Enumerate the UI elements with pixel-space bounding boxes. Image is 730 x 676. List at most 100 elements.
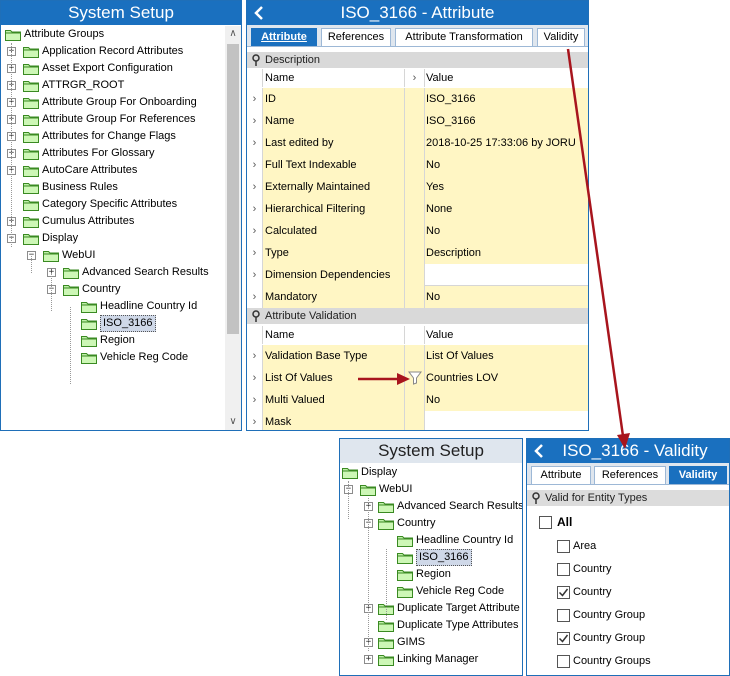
attribute-row[interactable]: › Full Text Indexable No <box>247 154 588 176</box>
valid-entity-types-section-header[interactable]: Valid for Entity Types <box>527 490 729 506</box>
attribute-value-cell[interactable] <box>425 264 588 286</box>
attribute-value-cell[interactable]: No <box>425 154 588 176</box>
tab-attribute[interactable]: Attribute <box>251 28 317 46</box>
attribute-row[interactable]: › Externally Maintained Yes <box>247 176 588 198</box>
scroll-up-icon[interactable]: ∧ <box>225 26 241 42</box>
attribute-value-cell[interactable]: 2018-10-25 17:33:06 by JORU <box>425 132 588 154</box>
attribute-value-cell[interactable]: Countries LOV <box>425 367 588 389</box>
tree-node-label: WebUI <box>62 249 96 261</box>
attribute-row[interactable]: › Multi Valued No <box>247 389 588 411</box>
attribute-value-cell[interactable]: No <box>425 220 588 242</box>
entity-type-checkbox[interactable] <box>557 563 570 576</box>
attribute-value-cell[interactable]: ISO_3166 <box>425 110 588 132</box>
row-expand-icon[interactable]: › <box>247 220 263 242</box>
entity-type-checkbox[interactable] <box>557 540 570 553</box>
row-expand-icon[interactable]: › <box>247 88 263 110</box>
attribute-value-cell[interactable]: Description <box>425 242 588 264</box>
tree-node-group[interactable]: + Application Record Attributes <box>1 43 225 60</box>
tree-node-group[interactable]: + Attribute Group For Onboarding <box>1 94 225 111</box>
pin-icon <box>252 310 260 322</box>
tree-node-group[interactable]: + Attributes For Glossary <box>1 145 225 162</box>
tree-node-group[interactable]: Business Rules <box>1 179 225 196</box>
entity-type-checkbox[interactable] <box>557 609 570 622</box>
tree-node-group[interactable]: + Asset Export Configuration <box>1 60 225 77</box>
row-expand-icon[interactable]: › <box>247 367 263 389</box>
grid-header-name[interactable]: Name <box>263 69 405 87</box>
expand-icon[interactable]: + <box>364 655 373 664</box>
tab-attribute-transformation[interactable]: Attribute Transformation <box>395 28 533 46</box>
row-expand-icon[interactable]: › <box>247 389 263 411</box>
tab-validity[interactable]: Validity <box>669 466 727 484</box>
folder-icon <box>63 284 79 296</box>
row-expand-icon[interactable]: › <box>247 154 263 176</box>
tree-node-group[interactable]: Category Specific Attributes <box>1 196 225 213</box>
all-checkbox[interactable] <box>539 516 552 529</box>
row-expand-icon[interactable]: › <box>247 345 263 367</box>
grid-header-value[interactable]: Value <box>425 69 588 87</box>
attribute-row[interactable]: › ID ISO_3166 <box>247 88 588 110</box>
tree-node-group[interactable]: + ATTRGR_ROOT <box>1 77 225 94</box>
tab-references[interactable]: References <box>594 466 666 484</box>
attribute-value-cell[interactable]: List Of Values <box>425 345 588 367</box>
tree-node-webui[interactable]: − WebUI <box>340 481 522 498</box>
attribute-row[interactable]: › Hierarchical Filtering None <box>247 198 588 220</box>
attribute-validation-section-header[interactable]: Attribute Validation <box>247 308 588 324</box>
row-expand-icon[interactable]: › <box>247 264 263 286</box>
tree-node-group[interactable]: + Linking Manager <box>340 651 522 668</box>
tree-node-display[interactable]: Display <box>340 464 522 481</box>
attribute-row[interactable]: › Mask <box>247 411 588 430</box>
attribute-row[interactable]: › Last edited by 2018-10-25 17:33:06 by JO… <box>247 132 588 154</box>
attribute-row[interactable]: › Type Description <box>247 242 588 264</box>
tree-node-group[interactable]: + Cumulus Attributes <box>1 213 225 230</box>
tree-node-group[interactable]: + Attribute Group For References <box>1 111 225 128</box>
description-section-header[interactable]: Description <box>247 52 588 68</box>
tree-node-webui[interactable]: − WebUI <box>1 247 225 264</box>
attribute-row[interactable]: › Name ISO_3166 <box>247 110 588 132</box>
vertical-scrollbar[interactable]: ∧ ∨ <box>225 26 241 430</box>
row-expand-icon[interactable]: › <box>247 411 263 430</box>
row-expand-icon[interactable]: › <box>247 198 263 220</box>
tree-node-group[interactable]: + AutoCare Attributes <box>1 162 225 179</box>
tree-node-attribute-groups[interactable]: Attribute Groups <box>1 26 225 43</box>
tab-validity[interactable]: Validity <box>537 28 585 46</box>
scrollbar-thumb[interactable] <box>227 44 239 334</box>
tree-node-attribute[interactable]: Region <box>1 332 225 349</box>
tree-node-attribute[interactable]: ISO_3166 <box>1 315 225 332</box>
attribute-value-cell[interactable]: None <box>425 198 588 220</box>
tab-attribute[interactable]: Attribute <box>531 466 591 484</box>
attribute-value-cell[interactable] <box>425 411 588 430</box>
attribute-row[interactable]: › List Of Values Countries LOV <box>247 367 588 389</box>
back-arrow-icon[interactable] <box>531 439 549 463</box>
tree-node-attribute[interactable]: Vehicle Reg Code <box>1 349 225 366</box>
attribute-value-cell[interactable]: No <box>425 389 588 411</box>
entity-type-checkbox[interactable] <box>557 586 570 599</box>
grid-header-expand-icon[interactable]: › <box>405 69 425 87</box>
entity-type-checkbox[interactable] <box>557 655 570 668</box>
tab-references[interactable]: References <box>321 28 391 46</box>
tree-node-group[interactable]: − Display <box>1 230 225 247</box>
tree-node-attribute[interactable]: Headline Country Id <box>1 298 225 315</box>
filter-icon[interactable] <box>408 371 422 385</box>
attribute-row[interactable]: › Validation Base Type List Of Values <box>247 345 588 367</box>
tree-connector-line <box>31 256 32 273</box>
tree-node-group[interactable]: + Attributes for Change Flags <box>1 128 225 145</box>
row-expand-icon[interactable]: › <box>247 286 263 308</box>
tree-node-label: Advanced Search Results <box>82 266 209 278</box>
scroll-down-icon[interactable]: ∨ <box>225 414 241 430</box>
attribute-row[interactable]: › Mandatory No <box>247 286 588 308</box>
row-expand-icon[interactable]: › <box>247 110 263 132</box>
tree-node-advanced-search[interactable]: + Advanced Search Results <box>1 264 225 281</box>
row-expand-icon[interactable]: › <box>247 132 263 154</box>
row-expand-icon[interactable]: › <box>247 242 263 264</box>
attribute-value-cell[interactable]: Yes <box>425 176 588 198</box>
back-arrow-icon[interactable] <box>251 1 269 25</box>
row-expand-icon[interactable]: › <box>247 176 263 198</box>
attribute-value-cell[interactable]: ISO_3166 <box>425 88 588 110</box>
attribute-value-cell[interactable]: No <box>425 286 588 308</box>
attribute-row[interactable]: › Dimension Dependencies <box>247 264 588 286</box>
grid-header-name[interactable]: Name <box>263 326 405 344</box>
entity-type-checkbox[interactable] <box>557 632 570 645</box>
grid-header-value[interactable]: Value <box>425 326 588 344</box>
tree-node-country[interactable]: − Country <box>1 281 225 298</box>
attribute-row[interactable]: › Calculated No <box>247 220 588 242</box>
